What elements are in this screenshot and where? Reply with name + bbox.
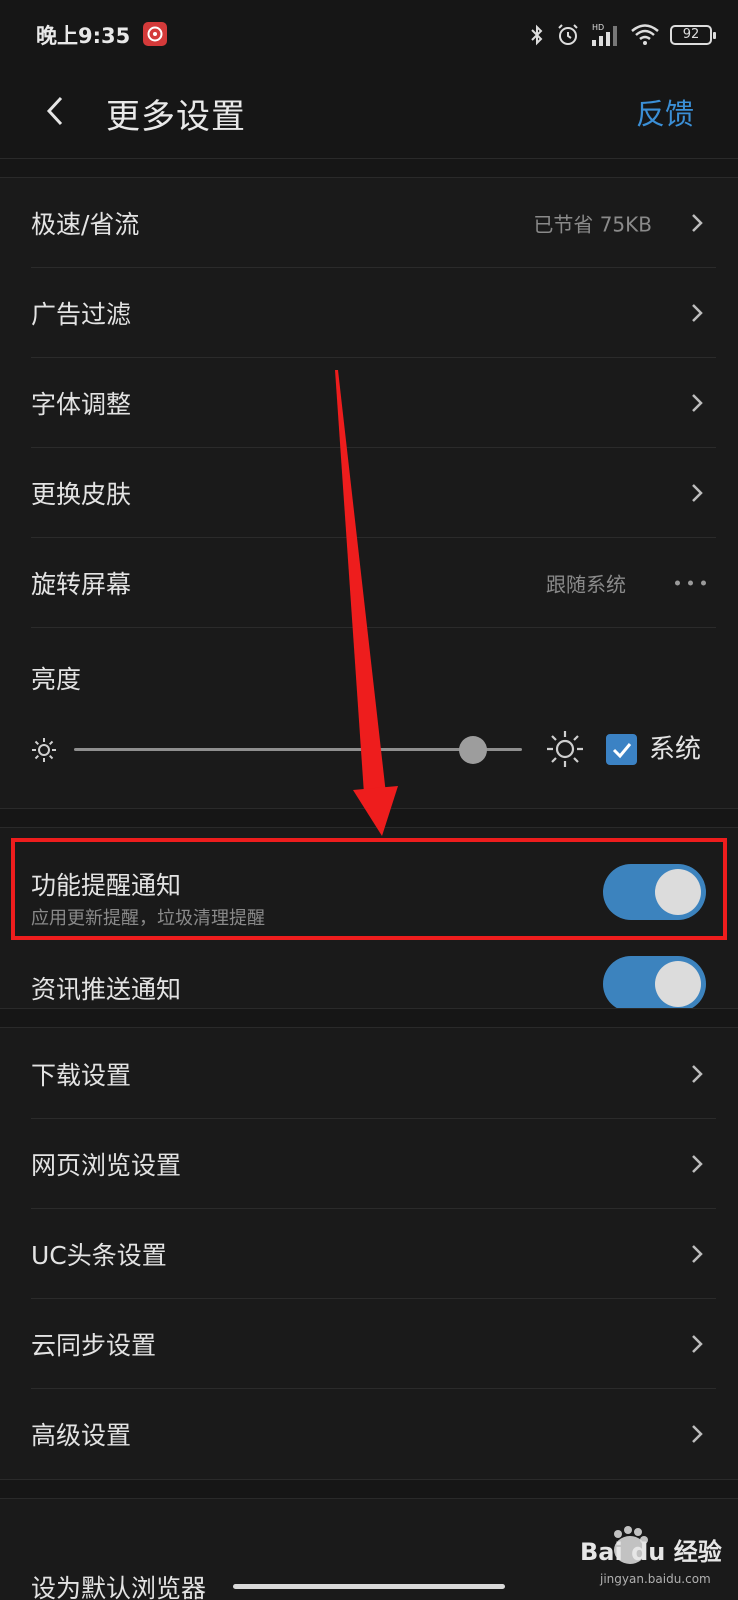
status-time: 晚上9:35 — [36, 24, 131, 48]
feedback-button[interactable]: 反馈 — [636, 91, 694, 133]
set-default-browser-row[interactable]: 设为默认浏览器 — [31, 1560, 206, 1600]
back-button[interactable] — [30, 86, 80, 136]
row-label: 网页浏览设置 — [31, 1151, 182, 1180]
netease-music-icon — [143, 22, 167, 46]
speed-saving-row[interactable]: 极速/省流 已节省 75KB — [0, 178, 738, 268]
row-label: 云同步设置 — [31, 1331, 157, 1360]
change-skin-row[interactable]: 更换皮肤 — [0, 448, 738, 538]
chevron-right-icon — [692, 1155, 703, 1173]
brightness-low-icon — [32, 738, 56, 762]
brightness-high-icon — [547, 731, 583, 767]
news-push-title: 资讯推送通知 — [31, 975, 182, 1004]
checkmark-icon — [612, 742, 631, 758]
chevron-right-icon — [692, 214, 703, 232]
rotate-mode-value: 跟随系统 — [546, 572, 626, 597]
row-label: 广告过滤 — [31, 300, 132, 329]
wifi-icon — [631, 24, 659, 45]
page-title: 更多设置 — [106, 97, 246, 137]
app-header: 更多设置 反馈 — [0, 72, 738, 158]
rotate-screen-row[interactable]: 旋转屏幕 跟随系统 — [0, 538, 738, 628]
battery-indicator: 92 — [670, 25, 716, 45]
chevron-right-icon — [692, 394, 703, 412]
bluetooth-icon — [531, 24, 543, 46]
annotation-highlight-box — [11, 838, 727, 940]
saved-data-value: 已节省 75KB — [533, 212, 652, 237]
row-label: 高级设置 — [31, 1421, 132, 1450]
more-options-icon[interactable] — [675, 580, 706, 586]
row-label: 极速/省流 — [31, 210, 140, 239]
system-brightness-checkbox[interactable] — [606, 734, 637, 765]
section-divider — [0, 1479, 738, 1499]
section-divider — [0, 808, 738, 828]
section-divider — [0, 158, 738, 178]
status-bar: 晚上9:35 HD 92 — [0, 0, 738, 72]
row-label: 旋转屏幕 — [31, 570, 132, 599]
brightness-slider[interactable] — [74, 748, 522, 751]
section-divider — [0, 1008, 738, 1028]
system-brightness-label: 系统 — [649, 734, 702, 765]
chevron-right-icon — [692, 1425, 703, 1443]
brightness-slider-thumb[interactable] — [458, 736, 487, 764]
font-adjust-row[interactable]: 字体调整 — [0, 358, 738, 448]
row-label: 更换皮肤 — [31, 480, 132, 509]
row-label: 下载设置 — [31, 1061, 132, 1090]
alarm-icon — [558, 24, 578, 45]
svg-text:HD: HD — [592, 23, 604, 32]
chevron-right-icon — [692, 1335, 703, 1353]
chevron-right-icon — [692, 484, 703, 502]
chevron-right-icon — [692, 304, 703, 322]
ad-filter-row[interactable]: 广告过滤 — [0, 268, 738, 358]
baidu-jingyan-watermark: Bai du 经验 — [580, 1526, 722, 1566]
svg-text:Bai du 经验: Bai du 经验 — [580, 1538, 722, 1566]
browsing-settings-row[interactable]: 网页浏览设置 — [0, 1119, 738, 1209]
row-label: 字体调整 — [31, 390, 132, 419]
chevron-right-icon — [692, 1065, 703, 1083]
home-indicator[interactable] — [233, 1584, 505, 1589]
chevron-left-icon — [46, 96, 63, 126]
signal-icon: HD — [592, 23, 617, 46]
row-label: UC头条设置 — [31, 1241, 167, 1270]
watermark-url: jingyan.baidu.com — [600, 1572, 711, 1586]
brightness-label: 亮度 — [31, 665, 82, 694]
download-settings-row[interactable]: 下载设置 — [0, 1029, 738, 1119]
chevron-right-icon — [692, 1245, 703, 1263]
cloud-sync-settings-row[interactable]: 云同步设置 — [0, 1299, 738, 1389]
status-icons: HD 92 — [528, 18, 716, 52]
advanced-settings-row[interactable]: 高级设置 — [0, 1389, 738, 1479]
news-push-toggle[interactable] — [603, 956, 706, 1012]
uc-headline-settings-row[interactable]: UC头条设置 — [0, 1209, 738, 1299]
